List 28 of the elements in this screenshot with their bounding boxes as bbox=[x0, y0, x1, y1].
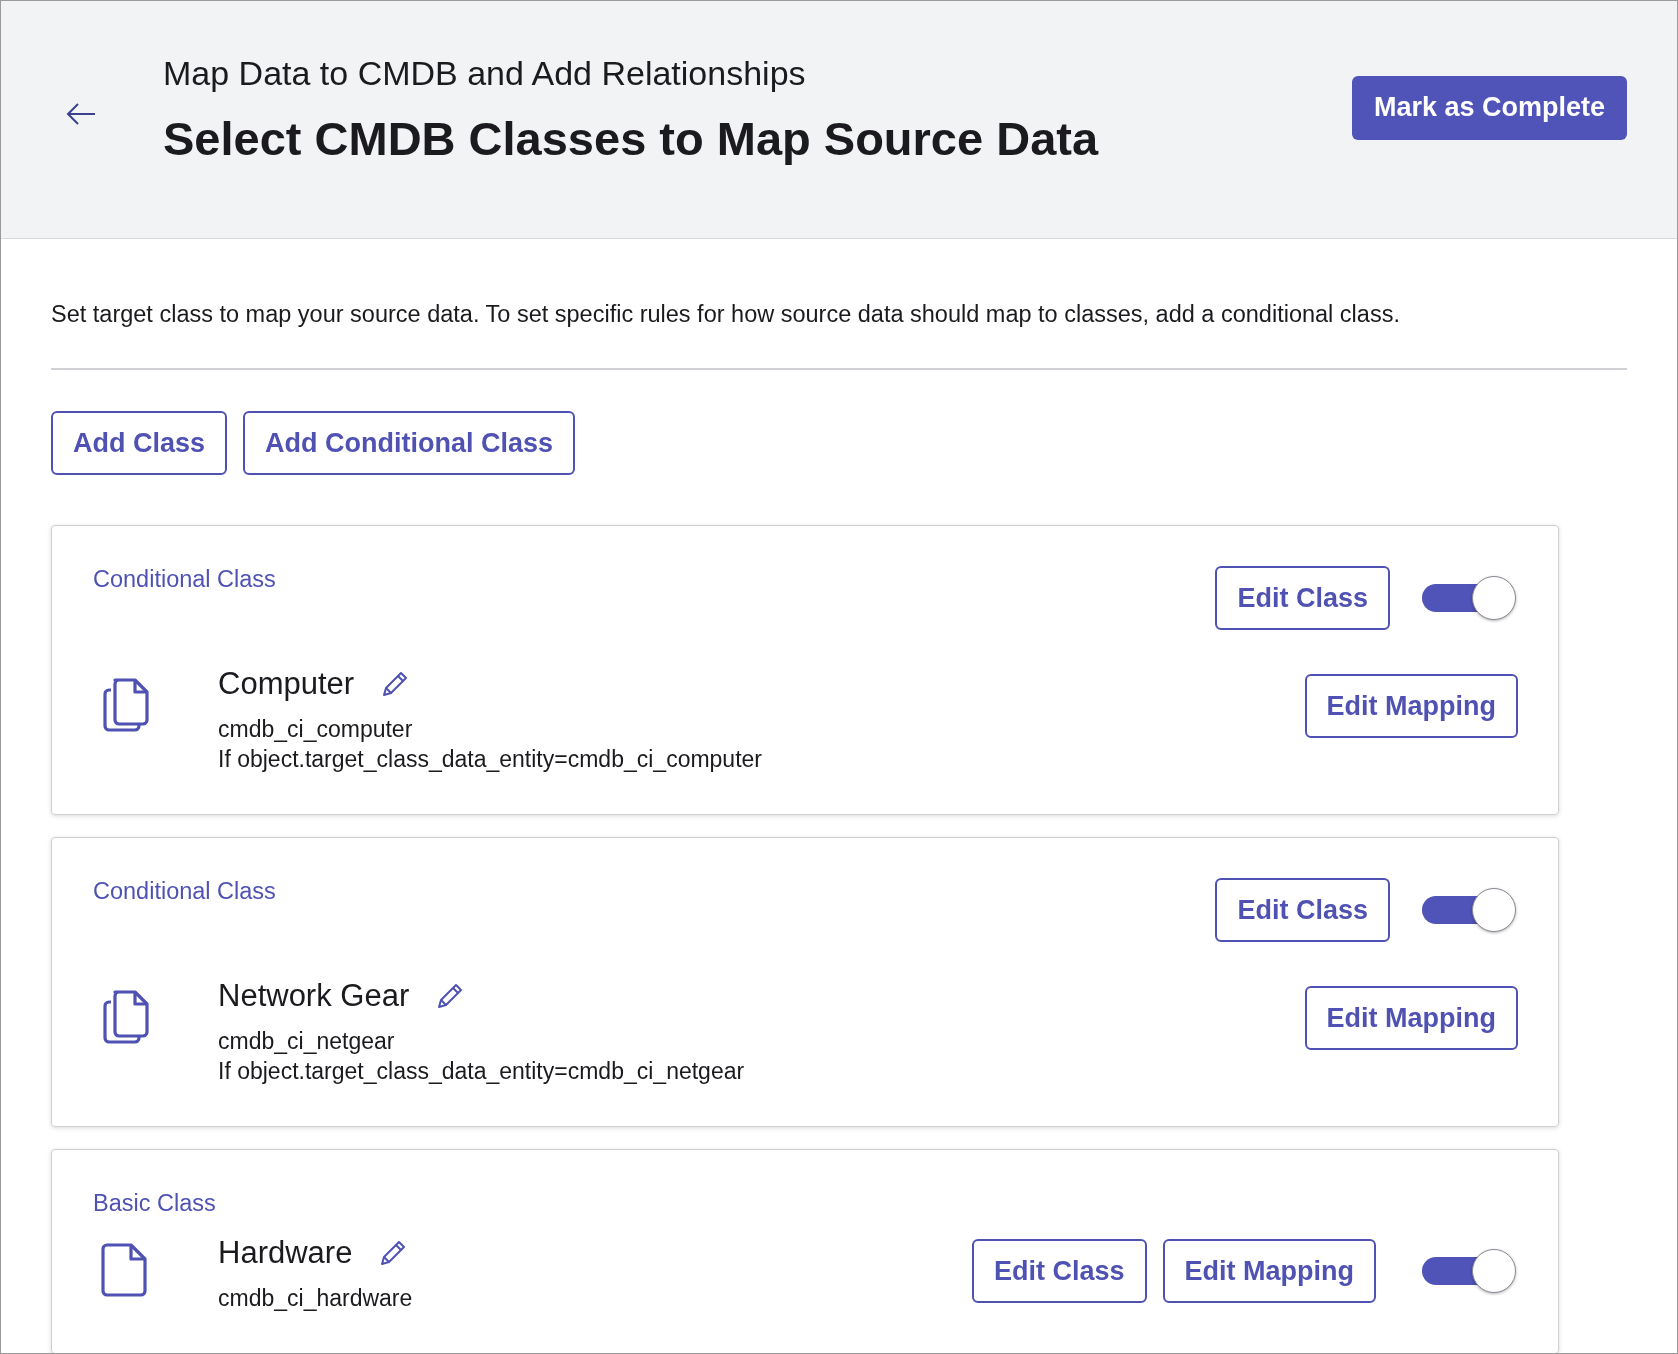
class-name: Network Gear bbox=[218, 978, 410, 1014]
class-type-label: Conditional Class bbox=[93, 566, 276, 593]
back-arrow-icon[interactable] bbox=[65, 101, 97, 126]
edit-mapping-button[interactable]: Edit Mapping bbox=[1304, 986, 1518, 1050]
class-name: Computer bbox=[218, 666, 355, 702]
edit-class-button[interactable]: Edit Class bbox=[971, 1239, 1147, 1303]
class-type-label: Basic Class bbox=[93, 1190, 216, 1216]
class-condition: If object.target_class_data_entity=cmdb_ci_netgear bbox=[218, 1057, 746, 1086]
document-icon bbox=[101, 1241, 149, 1299]
edit-class-button[interactable]: Edit Class bbox=[1215, 566, 1390, 630]
toggle-switch[interactable] bbox=[1422, 1249, 1518, 1293]
class-table: cmdb_ci_netgear bbox=[218, 1026, 1305, 1056]
class-table: cmdb_ci_computer bbox=[218, 714, 1305, 744]
toggle-switch[interactable] bbox=[1422, 888, 1518, 932]
class-type-label: Conditional Class bbox=[93, 878, 276, 905]
edit-mapping-button[interactable]: Edit Mapping bbox=[1304, 674, 1518, 738]
breadcrumb-title: Map Data to CMDB and Add Relationships bbox=[163, 53, 807, 93]
mark-complete-button[interactable]: Mark as Complete bbox=[1351, 75, 1627, 140]
add-class-button[interactable]: Add Conditional Class bbox=[243, 411, 576, 475]
class-condition: If object.target_class_data_entity=cmdb_ci_computer bbox=[218, 745, 763, 774]
class-table: cmdb_ci_hardware bbox=[218, 1283, 972, 1313]
toggle-switch[interactable] bbox=[1422, 576, 1518, 620]
page-title: Select CMDB Classes to Map Source Data bbox=[163, 110, 1100, 166]
description-text: Set target class to map your source data. To set specific rules for how source data should map to classes, add a conditional class. bbox=[51, 239, 1627, 370]
edit-mapping-button[interactable]: Edit Mapping bbox=[1162, 1239, 1376, 1303]
class-name: Hardware bbox=[218, 1235, 353, 1271]
edit-class-button[interactable]: Edit Class bbox=[1215, 878, 1390, 942]
add-class-button[interactable]: Add Class bbox=[51, 411, 228, 475]
